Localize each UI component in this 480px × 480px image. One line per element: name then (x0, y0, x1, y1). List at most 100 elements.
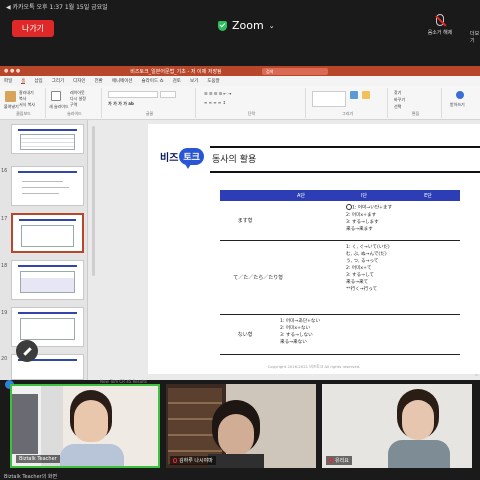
logo-text-a: 비즈 (160, 153, 179, 164)
meeting-title[interactable]: Zoom ⌄ (218, 19, 275, 32)
new-slide-icon[interactable] (51, 91, 61, 101)
ppt-tab[interactable]: 그리기 (52, 78, 64, 84)
participant-tile-biztalk-teacher[interactable]: Biztalk Teacher (10, 384, 160, 468)
align-buttons[interactable]: ≡ ≡ ≡ ≡ ↕ (204, 100, 226, 105)
biztalk-logo: 비즈 토크 (160, 148, 204, 169)
table-row: ない형 1: 어미→あ단+ない 2: 어미x+ない 3: する→しない 来る→来… (220, 315, 460, 355)
font-name-select[interactable] (108, 91, 158, 98)
ribbon-group-label: 그리기 (341, 111, 354, 116)
row-line: 3: する→して (346, 273, 375, 278)
mic-muted-icon (329, 458, 333, 463)
ppt-tab[interactable]: 검토 (173, 78, 181, 84)
ppt-tab-home[interactable]: 홈 (21, 78, 26, 84)
row-line: 2: 어미x+ます (346, 212, 377, 218)
ios-status-bar: ◀ 카카오톡 오후 1:37 1월 15일 금요일 (0, 0, 480, 12)
row-line: う, つ, る→って (346, 259, 379, 264)
person-head (402, 400, 434, 440)
participant-tile-2[interactable]: 김하루 나시야마 (166, 384, 316, 468)
thumb-table (20, 318, 75, 340)
ppt-tab[interactable]: 파일 (4, 78, 12, 84)
thumb-table (21, 225, 74, 247)
participant-name-text: 유리요 (335, 458, 349, 464)
paste-icon[interactable] (5, 91, 16, 102)
row-line: **行く→行って (346, 287, 378, 292)
ribbon-group-label: 슬라이드 (67, 111, 82, 116)
font-size-select[interactable] (160, 91, 176, 98)
format-painter-button[interactable]: 서식 복사 (19, 102, 35, 108)
leave-button[interactable]: 나가기 (12, 20, 54, 37)
ppt-ribbon: 붙여넣기 잘라내기 복사 서식 복사 클립보드 새 슬라이드 레이아웃 다시 설… (0, 86, 480, 120)
more-button[interactable]: 더보기 (470, 30, 480, 44)
ppt-tab[interactable]: 디자인 (73, 78, 85, 84)
logo-text-b: 토크 (179, 148, 204, 169)
section-button[interactable]: 구역 (70, 102, 77, 108)
slide-copyright: Copyright 2016-2021 비즈토크 All rights rese… (267, 364, 361, 369)
participant-name-text: Biztalk Teacher (19, 456, 57, 462)
thumbnail-scrollbar[interactable] (92, 126, 95, 276)
person-head (74, 400, 108, 442)
ppt-tab[interactable]: 애니메이션 (112, 78, 133, 84)
thumb-number: 16 (1, 168, 8, 174)
ppt-title-bar: ● ● ● 비즈토크_일본어문법_기초 - 저 이제 저장됨 (0, 66, 480, 76)
thumb-title-bar (18, 265, 77, 267)
thumb-number: 19 (1, 310, 8, 316)
shared-screen: ● ● ● 비즈토크_일본어문법_기초 - 저 이제 저장됨 검색 파일 홈 삽… (0, 66, 480, 380)
slide-thumbnail[interactable] (11, 166, 84, 206)
thumb-table (20, 134, 75, 150)
row-line: 来る→来ます (346, 226, 373, 232)
table-row: て／た／たら／たり형 1: く, ぐ→いて(いだ) む, ぶ, ぬ→んで(だ) … (220, 241, 460, 315)
table-header-cell: E단 (424, 193, 432, 199)
title-rule-bottom (210, 171, 480, 173)
find-button[interactable]: 찾기 (394, 90, 401, 96)
ppt-tab[interactable]: 전환 (95, 78, 103, 84)
row-body: 1: 어미→あ단+ない 2: 어미x+ない 3: する→しない 来る→来ない (270, 315, 320, 354)
replace-button[interactable]: 바꾸기 (394, 97, 405, 103)
ppt-tab[interactable]: 보기 (190, 78, 198, 84)
row-label: ます형 (237, 218, 253, 224)
paste-button[interactable]: 붙여넣기 (4, 104, 19, 110)
ppt-tab[interactable]: 도움말 (207, 78, 219, 84)
annotate-pencil-icon[interactable] (16, 340, 38, 362)
slide-thumbnail[interactable] (11, 260, 84, 300)
ribbon-group-slides: 새 슬라이드 레이아웃 다시 설정 구역 슬라이드 (48, 88, 102, 118)
row-label: て／た／たら／たり형 (233, 275, 283, 281)
current-slide: 비즈 토크 동사의 활용 A단 I단 E단 ます형 1: 어미→い단+ます 2:… (148, 124, 480, 374)
ppt-search-input[interactable]: 검색 (262, 68, 328, 75)
status-text: ◀ 카카오톡 오후 1:37 1월 15일 금요일 (6, 4, 108, 11)
row-line: む, ぶ, ぬ→んで(だ) (346, 252, 387, 257)
participant-strip: Now Tom CR 45 Results Biztalk Teacher 김하… (0, 379, 480, 480)
arrange-icon[interactable] (350, 91, 358, 99)
new-slide-button[interactable]: 새 슬라이드 (49, 104, 69, 110)
thumb-table (20, 271, 75, 293)
ppt-tab[interactable]: 슬라이드 쇼 (142, 78, 164, 84)
slide-thumbnail-pane: 16 17 18 19 20 (0, 120, 88, 380)
table-row: ます형 1: 어미→い단+ます 2: 어미x+ます 3: する→します 来る→来… (220, 201, 460, 241)
person-head (218, 414, 254, 456)
thumb-title-bar (18, 129, 77, 131)
bookshelf (12, 394, 38, 454)
bold-button[interactable]: 가 가 가 가 ab (108, 101, 134, 107)
ribbon-group-editing: 찾기 바꾸기 선택 편집 (390, 88, 442, 118)
zoom-top-bar: 나가기 Zoom ⌄ 음소거 해제 더보기 (0, 12, 480, 46)
slide-thumbnail[interactable] (11, 124, 84, 154)
shapes-gallery[interactable] (312, 91, 346, 107)
ppt-ribbon-tabs: 파일 홈 삽입 그리기 디자인 전환 애니메이션 슬라이드 쇼 검토 보기 도움… (0, 76, 480, 86)
row-line: 3: する→します (346, 219, 379, 225)
thumb-title-bar (18, 171, 77, 173)
participant-tile-3[interactable]: 유리요 (322, 384, 472, 468)
list-buttons[interactable]: ☰ ☰ ☰ ☰ ⇤ ⇥ (204, 91, 231, 96)
title-rule-top (210, 146, 480, 148)
person-body (60, 444, 124, 466)
select-button[interactable]: 선택 (394, 104, 401, 110)
table-header-cell: A단 (296, 193, 306, 199)
conjugation-table: A단 I단 E단 ます형 1: 어미→い단+ます 2: 어미x+ます 3: する… (220, 190, 460, 355)
dictate-button[interactable]: 받아쓰기 (450, 102, 465, 108)
thumb-title-bar (19, 219, 76, 221)
quick-style-icon[interactable] (362, 91, 370, 99)
thumb-number: 20 (1, 356, 8, 362)
slide-thumbnail-selected[interactable] (11, 213, 84, 253)
ribbon-group-clipboard: 붙여넣기 잘라내기 복사 서식 복사 클립보드 (2, 88, 46, 118)
unmute-button[interactable]: 음소거 해제 (420, 14, 460, 44)
dictate-icon[interactable] (456, 91, 464, 99)
ppt-tab[interactable]: 삽입 (34, 78, 42, 84)
